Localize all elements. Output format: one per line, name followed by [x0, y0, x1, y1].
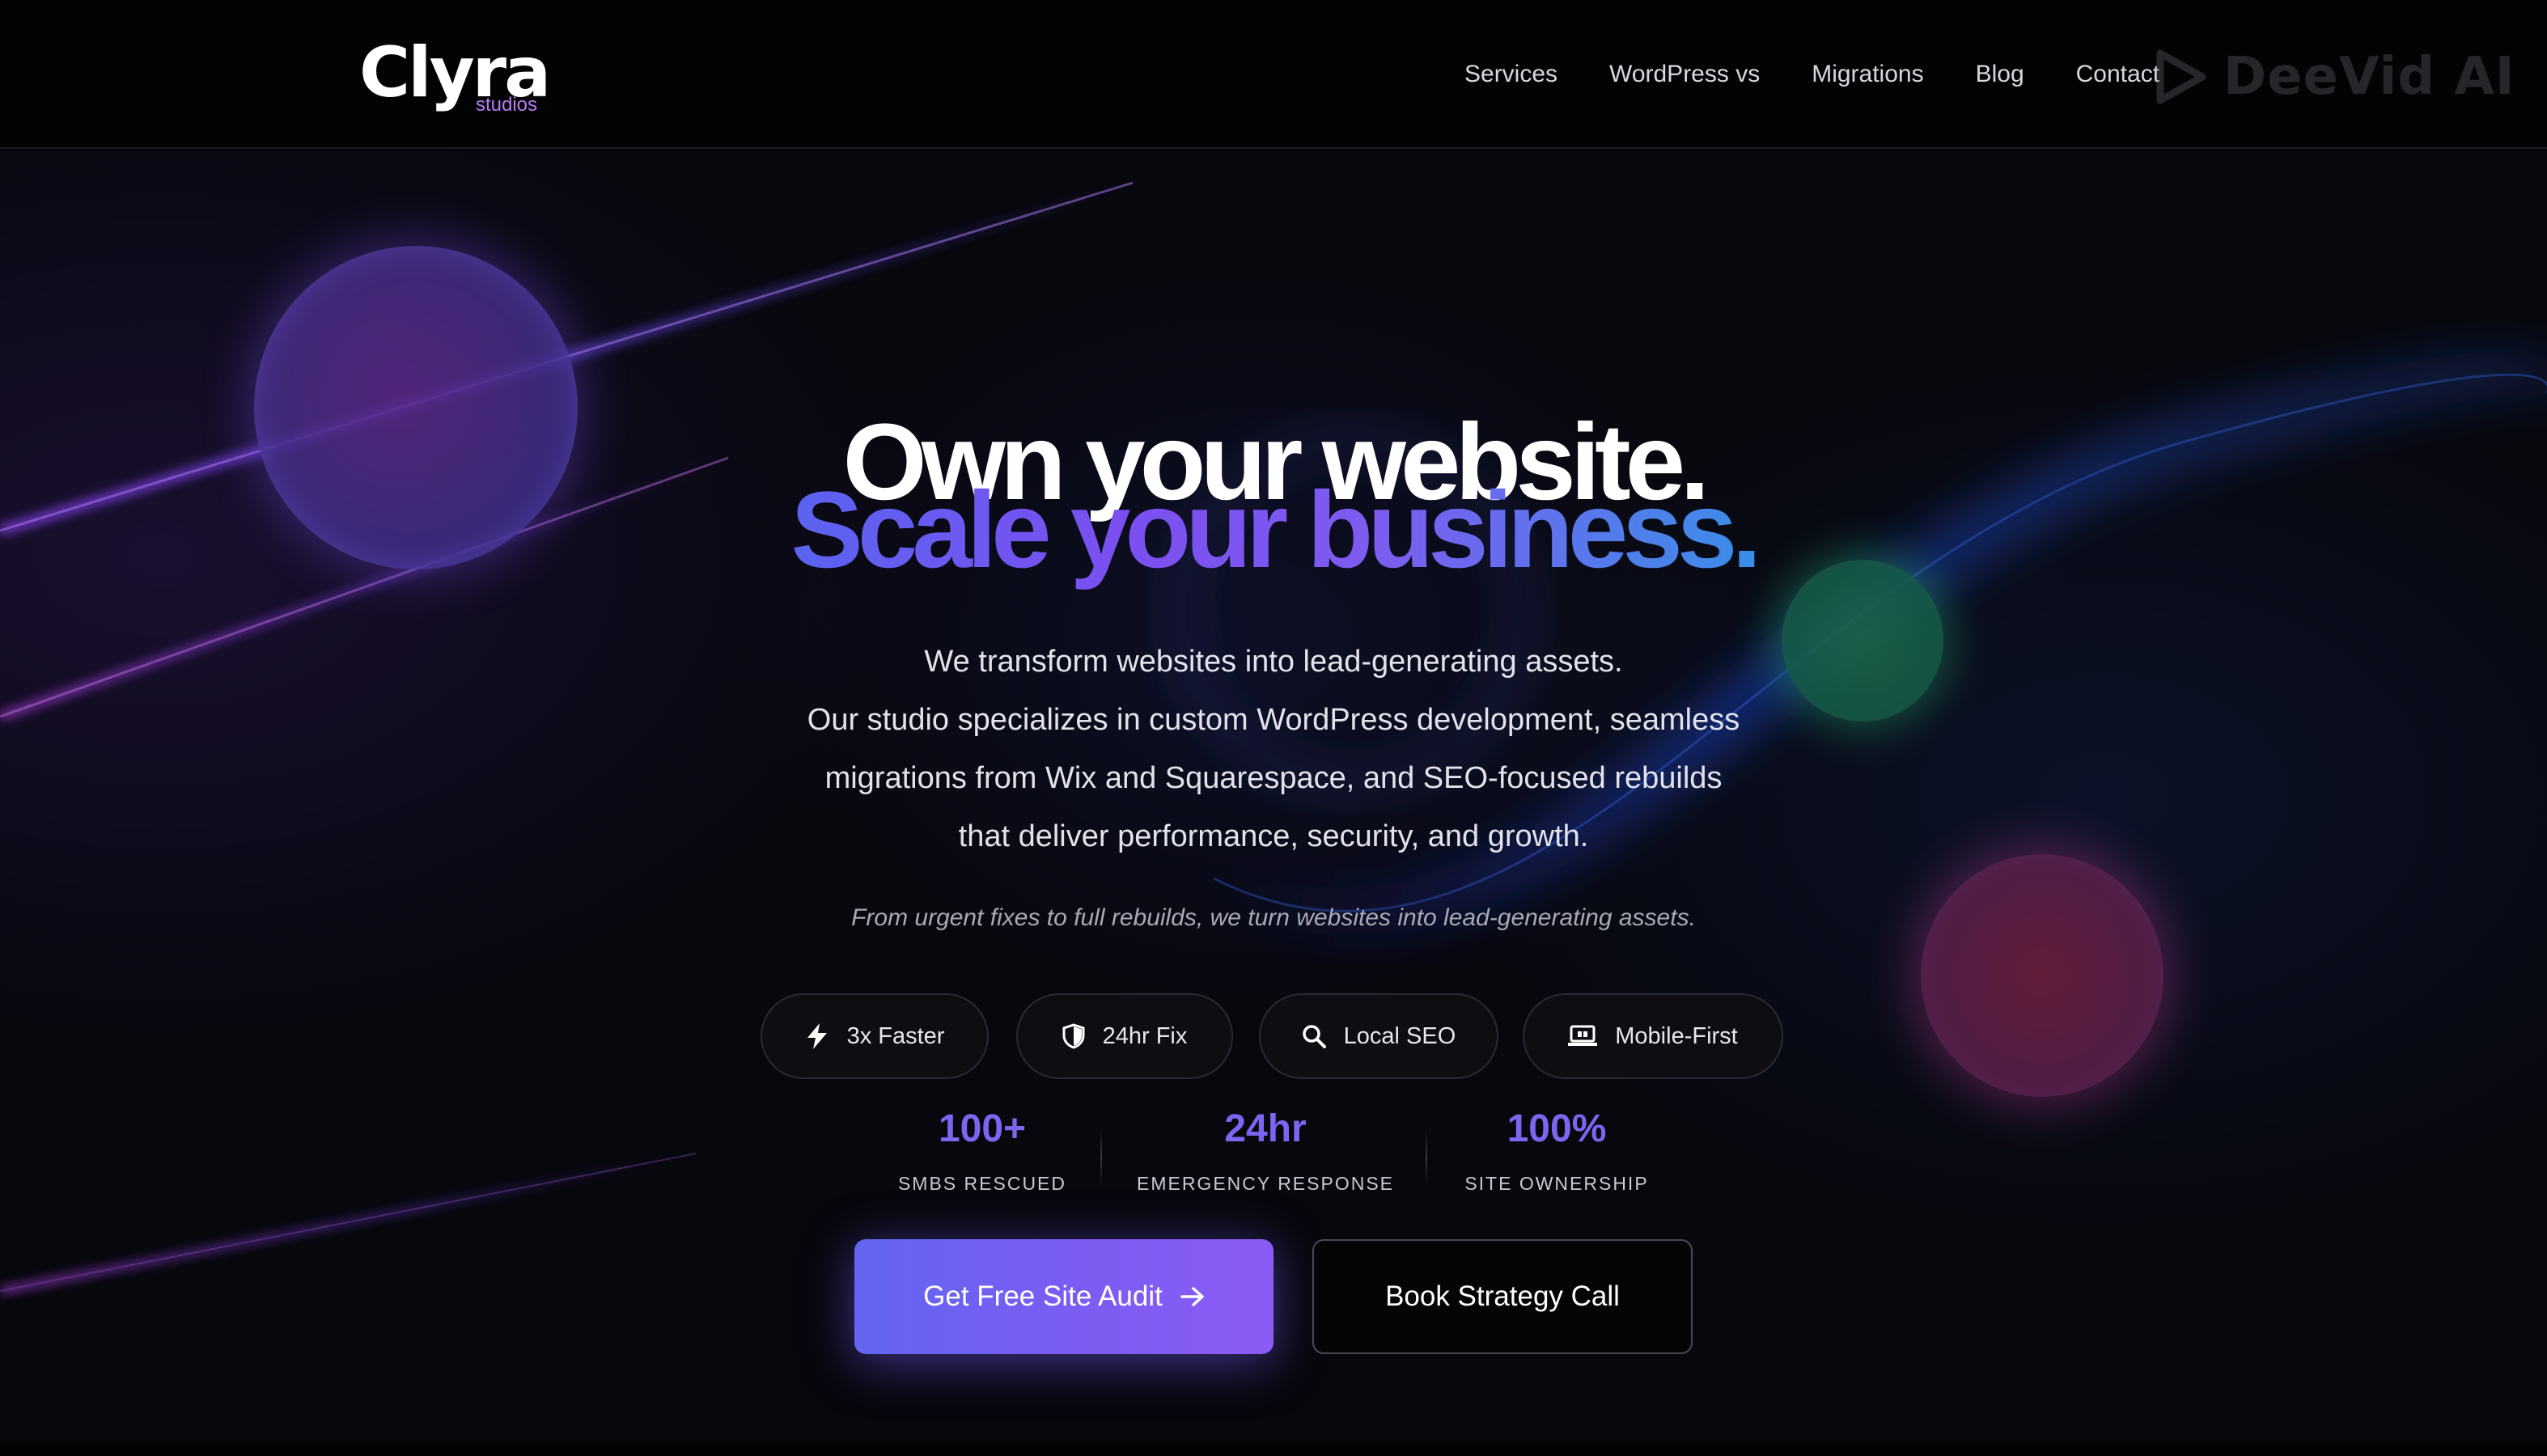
- nav-link-services[interactable]: Services: [1464, 58, 1557, 91]
- stat-ownership: 100% SITE OWNERSHIP: [1445, 1100, 1668, 1195]
- stat-label: SITE OWNERSHIP: [1464, 1173, 1649, 1194]
- stat-divider: [1426, 1129, 1427, 1186]
- feature-pill-faster[interactable]: 3x Faster: [761, 993, 989, 1079]
- decorative-orb-red: [1921, 854, 2163, 1097]
- stat-value: 100+: [938, 1107, 1027, 1150]
- nav-link-wordpress-vs[interactable]: WordPress vs: [1609, 58, 1760, 91]
- brand-logo[interactable]: Clyra studios: [359, 32, 553, 121]
- watermark: DeeVid AI: [2155, 47, 2515, 107]
- stat-smbs: 100+ SMBS RESCUED: [877, 1100, 1087, 1195]
- watermark-text: DeeVid AI: [2223, 47, 2515, 107]
- search-icon: [1302, 1025, 1326, 1048]
- feature-pill-seo[interactable]: Local SEO: [1259, 993, 1498, 1079]
- book-strategy-call-button[interactable]: Book Strategy Call: [1312, 1239, 1693, 1354]
- hero-intro-line: We transform websites into lead-generati…: [924, 645, 1623, 679]
- button-label: Book Strategy Call: [1385, 1280, 1620, 1312]
- hero-intro-line: migrations from Wix and Squarespace, and…: [824, 761, 1723, 795]
- stat-label: SMBS RESCUED: [897, 1173, 1067, 1194]
- nav-link-migrations[interactable]: Migrations: [1812, 58, 1923, 91]
- page-bottom-edge: [0, 1441, 2547, 1456]
- stat-label: EMERGENCY RESPONSE: [1136, 1173, 1395, 1194]
- hero-headline-accent-text: Scale your business.: [790, 470, 1761, 590]
- top-navigation: Clyra studios Services WordPress vs Migr…: [0, 0, 2547, 149]
- lightning-icon: [807, 1023, 827, 1049]
- arrow-right-icon: [1180, 1287, 1204, 1306]
- nav-link-blog[interactable]: Blog: [1976, 58, 2024, 91]
- play-triangle-icon: [2156, 49, 2206, 104]
- pill-label: 24hr Fix: [1102, 1022, 1188, 1049]
- feature-pill-fix[interactable]: 24hr Fix: [1016, 993, 1233, 1079]
- pill-label: Local SEO: [1343, 1022, 1456, 1049]
- hero-intro-line: Our studio specializes in custom WordPre…: [807, 703, 1740, 737]
- stat-value: 100%: [1507, 1107, 1607, 1150]
- hero-intro-line: that deliver performance, security, and …: [958, 819, 1589, 853]
- feature-pill-mobile[interactable]: Mobile-First: [1523, 993, 1783, 1079]
- stat-value: 24hr: [1224, 1107, 1307, 1150]
- pill-label: 3x Faster: [846, 1022, 945, 1049]
- shield-icon: [1062, 1023, 1085, 1049]
- nav-menu: Services WordPress vs Migrations Blog Co…: [1464, 58, 2159, 91]
- button-label: Get Free Site Audit: [923, 1280, 1163, 1312]
- stat-emergency: 24hr EMERGENCY RESPONSE: [1120, 1100, 1411, 1195]
- pill-label: Mobile-First: [1615, 1022, 1738, 1049]
- device-icon: [1568, 1025, 1598, 1046]
- get-free-site-audit-button[interactable]: Get Free Site Audit: [854, 1239, 1274, 1354]
- nav-link-contact[interactable]: Contact: [2076, 58, 2159, 91]
- logo-subtitle: studios: [475, 94, 537, 116]
- hero-tagline: From urgent fixes to full rebuilds, we t…: [851, 904, 1696, 931]
- hero-headline-accent: Scale your business.: [0, 471, 2547, 590]
- stat-divider: [1100, 1129, 1102, 1186]
